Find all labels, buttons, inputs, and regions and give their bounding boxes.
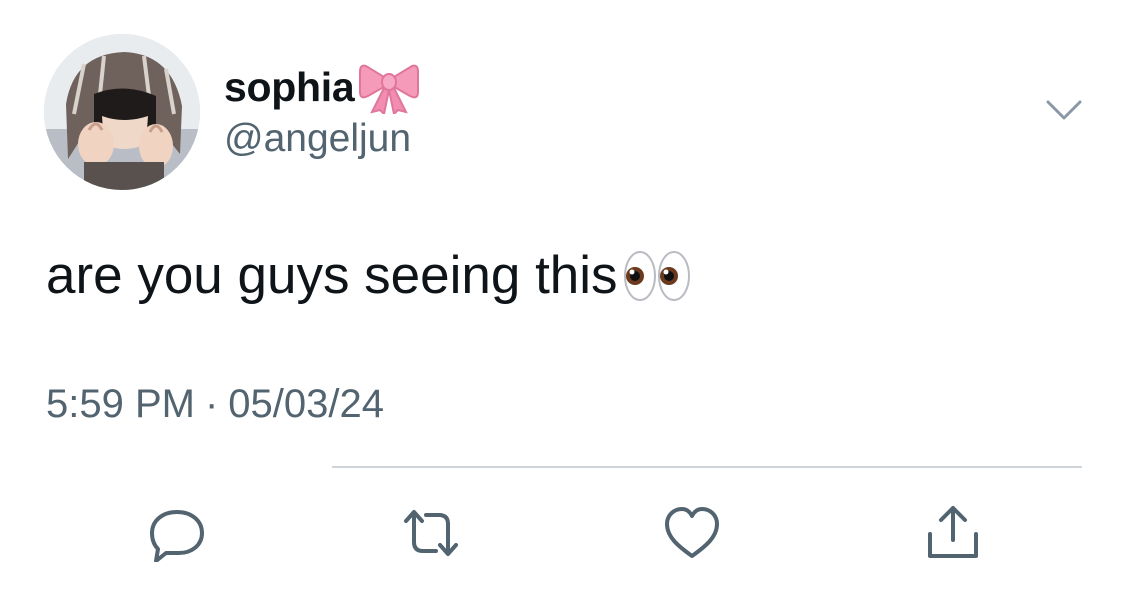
pink-ribbon-icon	[359, 64, 420, 114]
reply-button[interactable]	[145, 504, 209, 562]
share-button[interactable]	[921, 504, 985, 562]
profile-photo	[44, 34, 200, 190]
tweet-time: 5:59 PM	[46, 382, 195, 426]
tweet-text-content: are you guys seeing this	[46, 246, 618, 305]
timestamp-separator: ·	[204, 382, 219, 426]
retweet-icon	[404, 510, 458, 556]
display-name-row[interactable]: sophia	[224, 60, 420, 114]
share-icon	[928, 506, 978, 558]
chevron-down-icon[interactable]	[1044, 96, 1084, 126]
reply-icon	[150, 510, 204, 562]
eyes-emoji-icon	[623, 250, 690, 301]
heart-icon	[665, 507, 719, 558]
avatar[interactable]	[44, 34, 200, 190]
tweet-text: are you guys seeing this	[46, 244, 692, 308]
timestamp[interactable]: 5:59 PM · 05/03/24	[46, 382, 384, 427]
divider	[332, 466, 1082, 468]
display-name[interactable]: sophia	[224, 64, 355, 111]
tweet-date: 05/03/24	[228, 382, 384, 426]
user-handle[interactable]: @angeljun	[224, 117, 411, 161]
like-button[interactable]	[660, 504, 724, 562]
tweet-card: sophia @angeljun are you guys seeing thi…	[0, 0, 1125, 601]
retweet-button[interactable]	[399, 504, 463, 562]
